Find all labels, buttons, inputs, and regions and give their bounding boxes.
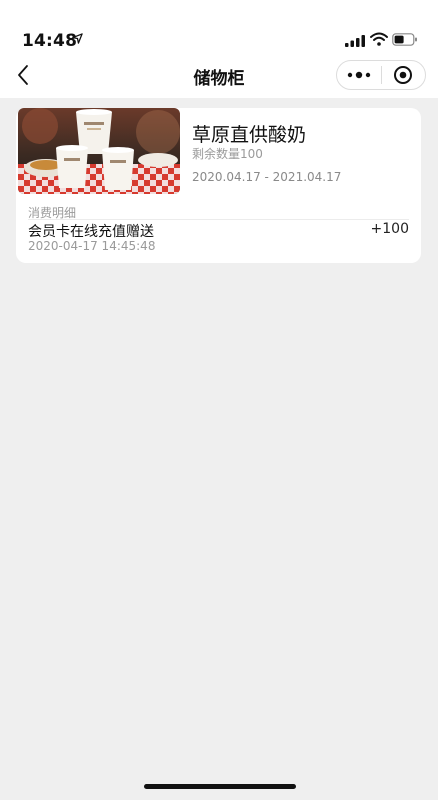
locker-item-card[interactable]: 草原直供酸奶 剩余数量100 2020.04.17 - 2021.04.17 消…: [16, 108, 421, 263]
close-button[interactable]: [381, 61, 425, 89]
nav-bar: 储物柜: [0, 52, 438, 98]
home-indicator[interactable]: [144, 784, 296, 789]
status-time: 14:48: [22, 31, 78, 51]
target-close-icon: [394, 66, 413, 84]
record-title: 会员卡在线充值赠送: [28, 224, 154, 240]
more-dots-icon: [347, 71, 370, 79]
wifi-icon: [370, 32, 388, 46]
product-image: [18, 108, 180, 194]
validity-period: 2020.04.17 - 2021.04.17: [192, 170, 342, 184]
mini-program-capsule: [336, 60, 426, 90]
divider: [28, 219, 409, 220]
back-button[interactable]: [10, 62, 36, 88]
location-arrow-icon: [72, 33, 83, 44]
cellular-signal-icon: [345, 35, 365, 47]
remaining-quantity: 剩余数量100: [192, 147, 263, 161]
status-bar: 14:48: [0, 0, 438, 52]
yogurt-cups-photo: [18, 108, 180, 194]
record-amount: +100: [370, 221, 409, 237]
more-button[interactable]: [337, 61, 381, 89]
chevron-left-icon: [18, 65, 28, 85]
battery-icon: [392, 33, 417, 46]
record-time: 2020-04-17 14:45:48: [28, 239, 156, 253]
product-name: 草原直供酸奶: [192, 124, 307, 146]
